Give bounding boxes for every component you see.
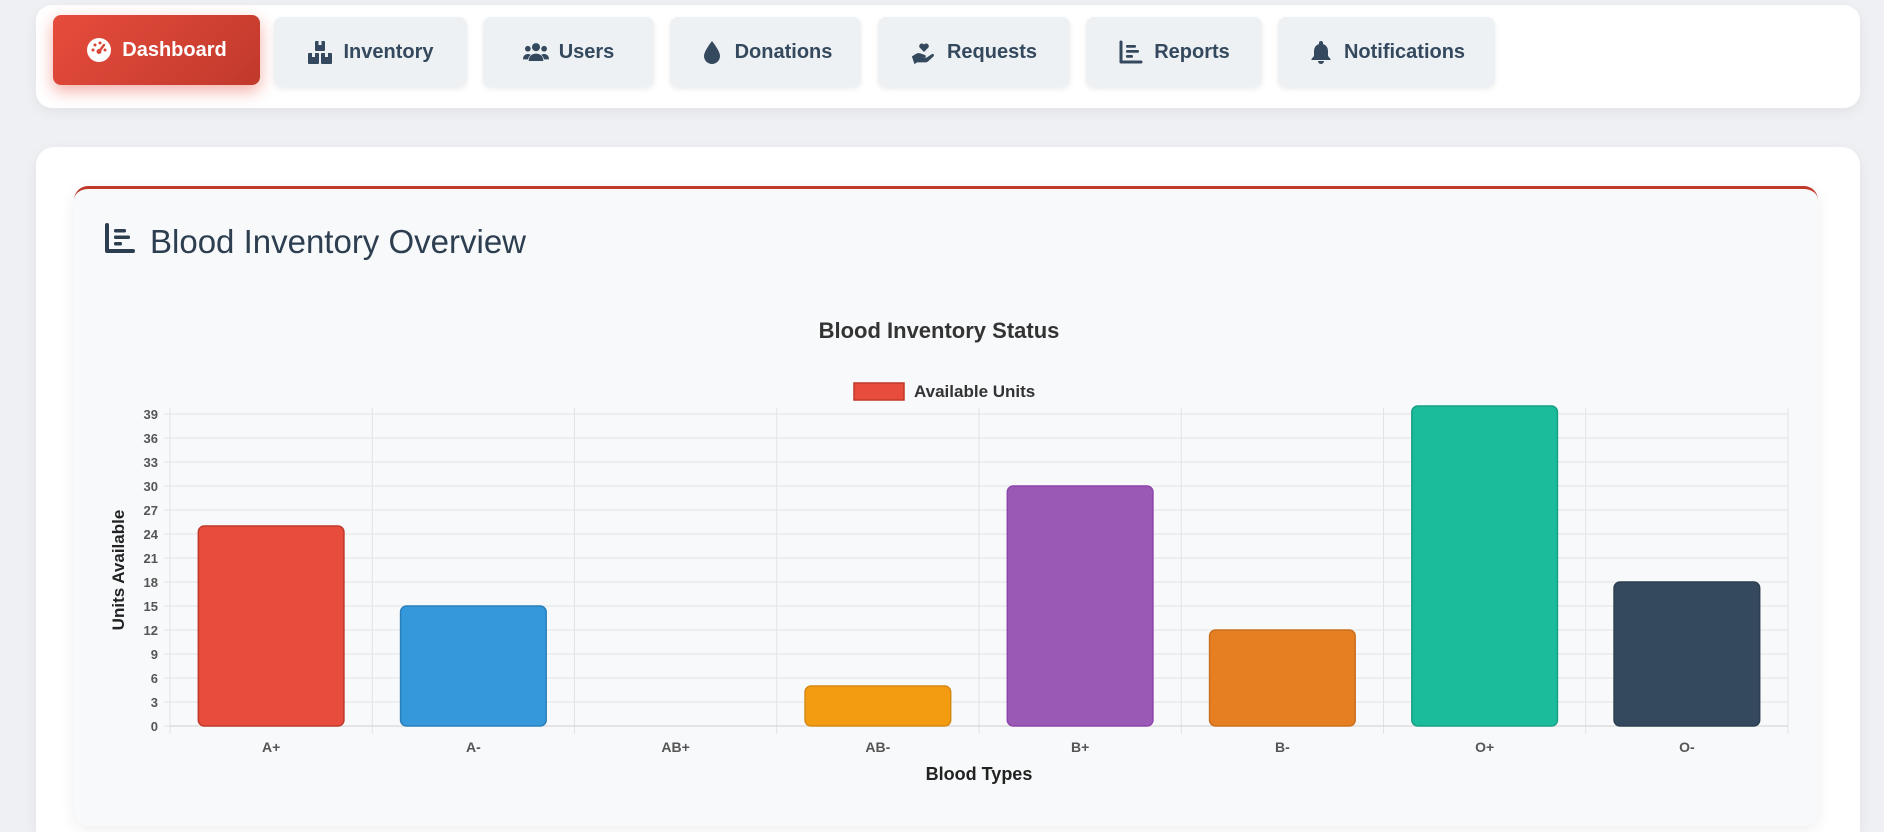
nav-donations-button[interactable]: Donations [670, 17, 861, 87]
inventory-chart: Blood Inventory StatusAvailable Units036… [109, 318, 1789, 784]
y-tick-label: 3 [151, 695, 158, 710]
y-tick-label: 33 [144, 455, 158, 470]
y-tick-label: 39 [144, 407, 158, 422]
x-tick-label: B- [1275, 739, 1290, 755]
y-tick-label: 0 [151, 719, 158, 734]
users-icon [522, 39, 549, 65]
droplet-icon [699, 39, 725, 65]
nav-reports-button[interactable]: Reports [1086, 17, 1262, 87]
y-tick-label: 15 [144, 599, 158, 614]
x-axis-title: Blood Types [926, 764, 1033, 784]
bar-O- [1613, 581, 1761, 727]
y-tick-label: 24 [144, 527, 159, 542]
bar-A+ [197, 525, 345, 727]
panel-title: Blood Inventory Overview [150, 223, 527, 260]
nav-label: Notifications [1343, 40, 1466, 63]
y-tick-label: 36 [144, 431, 158, 446]
x-tick-label: B+ [1071, 739, 1089, 755]
gauge-icon [86, 37, 112, 63]
legend-swatch [853, 382, 905, 401]
panel-header: Blood Inventory Overview [104, 222, 526, 262]
y-tick-label: 27 [144, 503, 158, 518]
nav-requests-button[interactable]: Requests [878, 17, 1070, 87]
y-tick-label: 21 [144, 551, 158, 566]
x-tick-label: A- [466, 739, 481, 755]
bar-O+ [1411, 405, 1559, 727]
x-tick-label: O- [1679, 739, 1695, 755]
bar-chart-icon [104, 222, 136, 262]
bar-AB- [804, 685, 952, 727]
nav-notifications-button[interactable]: Notifications [1278, 17, 1495, 87]
y-tick-label: 30 [144, 479, 158, 494]
bar-B+ [1006, 485, 1154, 727]
y-tick-label: 9 [151, 647, 158, 662]
bell-icon [1308, 39, 1334, 65]
nav-inventory-button[interactable]: Inventory [274, 17, 467, 87]
x-tick-label: O+ [1475, 739, 1494, 755]
nav-label: Dashboard [122, 38, 227, 61]
nav-label: Reports [1154, 40, 1230, 63]
hand-holding-heart-icon [911, 39, 937, 65]
nav-label: Inventory [343, 40, 434, 63]
bar-B- [1208, 629, 1356, 727]
nav-users-button[interactable]: Users [483, 17, 654, 87]
x-tick-label: A+ [262, 739, 280, 755]
y-tick-label: 12 [144, 623, 158, 638]
nav-label: Donations [734, 40, 833, 63]
x-tick-label: AB- [865, 739, 890, 755]
y-axis-title: Units Available [109, 510, 128, 631]
y-tick-label: 18 [144, 575, 158, 590]
chart-title: Blood Inventory Status [819, 318, 1060, 343]
x-tick-label: AB+ [661, 739, 689, 755]
bar-chart-icon [1118, 39, 1144, 65]
legend-label: Available Units [914, 382, 1035, 401]
bar-A- [399, 605, 547, 727]
boxes-icon [307, 39, 333, 65]
y-tick-label: 6 [151, 671, 158, 686]
nav-label: Requests [946, 40, 1038, 63]
nav-dashboard-button[interactable]: Dashboard [53, 15, 260, 85]
nav-label: Users [558, 40, 615, 63]
